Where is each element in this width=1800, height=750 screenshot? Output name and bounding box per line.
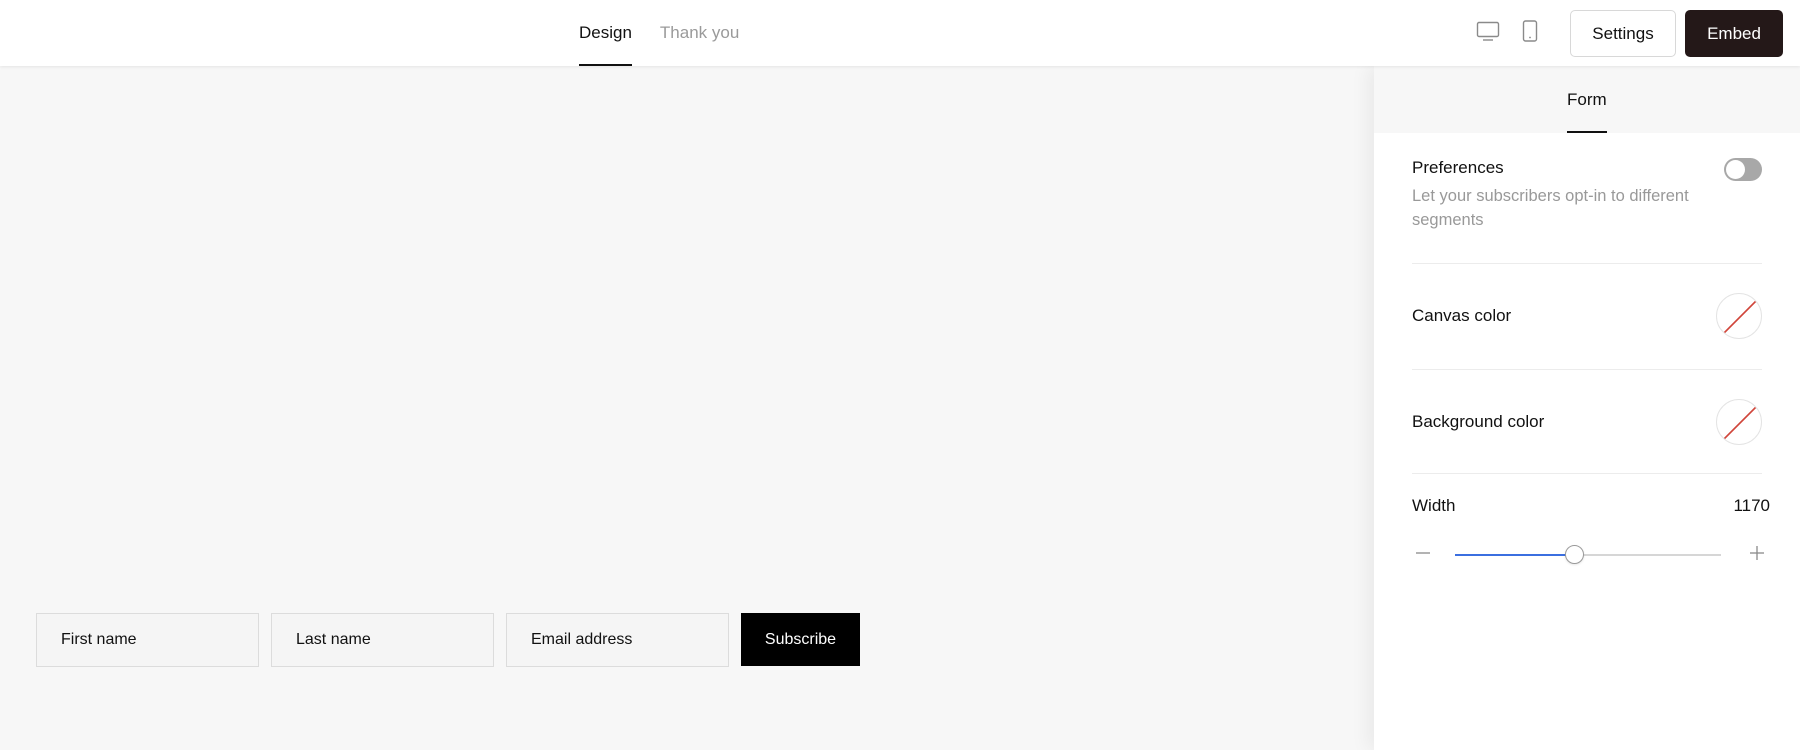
slider-fill: [1455, 554, 1575, 556]
background-color-label: Background color: [1412, 412, 1545, 431]
form-canvas: First name Last name Email address Subsc…: [0, 66, 1374, 750]
minus-icon: [1415, 545, 1431, 566]
panel-header: Form: [1374, 66, 1800, 133]
plus-icon: [1749, 545, 1765, 566]
embed-button[interactable]: Embed: [1685, 10, 1783, 57]
preferences-toggle[interactable]: [1724, 158, 1762, 181]
background-color-section: Background color: [1412, 370, 1762, 474]
last-name-input[interactable]: Last name: [271, 613, 494, 667]
tab-form[interactable]: Form: [1567, 66, 1607, 133]
background-color-swatch[interactable]: [1716, 399, 1762, 445]
canvas-color-swatch[interactable]: [1716, 293, 1762, 339]
canvas-color-section: Canvas color: [1412, 264, 1762, 370]
subscribe-button[interactable]: Subscribe: [741, 613, 860, 666]
settings-panel: Form Preferences Let your subscribers op…: [1374, 66, 1800, 750]
desktop-preview-button[interactable]: [1474, 19, 1502, 47]
desktop-icon: [1476, 21, 1500, 46]
toggle-knob: [1726, 160, 1745, 179]
editor-tabs: Design Thank you: [579, 0, 739, 66]
canvas-color-label: Canvas color: [1412, 306, 1512, 325]
width-value: 1170: [1733, 496, 1770, 515]
width-section: Width 1170: [1412, 474, 1770, 584]
mobile-preview-button[interactable]: [1516, 19, 1544, 47]
mobile-icon: [1522, 19, 1538, 47]
slider-thumb[interactable]: [1565, 545, 1584, 564]
settings-button[interactable]: Settings: [1570, 10, 1676, 57]
top-bar: Design Thank you Settings Embed: [0, 0, 1800, 66]
width-increase-button[interactable]: [1746, 544, 1768, 566]
signup-form: First name Last name Email address Subsc…: [36, 613, 860, 667]
preferences-section: Preferences Let your subscribers opt-in …: [1412, 158, 1762, 264]
width-slider[interactable]: [1455, 545, 1721, 564]
tab-design[interactable]: Design: [579, 0, 632, 66]
email-input[interactable]: Email address: [506, 613, 729, 667]
width-label: Width: [1412, 496, 1456, 515]
tab-thank-you[interactable]: Thank you: [660, 0, 739, 66]
preferences-description: Let your subscribers opt-in to different…: [1412, 187, 1689, 229]
first-name-input[interactable]: First name: [36, 613, 259, 667]
width-decrease-button[interactable]: [1412, 544, 1434, 566]
preferences-label: Preferences: [1412, 158, 1504, 177]
